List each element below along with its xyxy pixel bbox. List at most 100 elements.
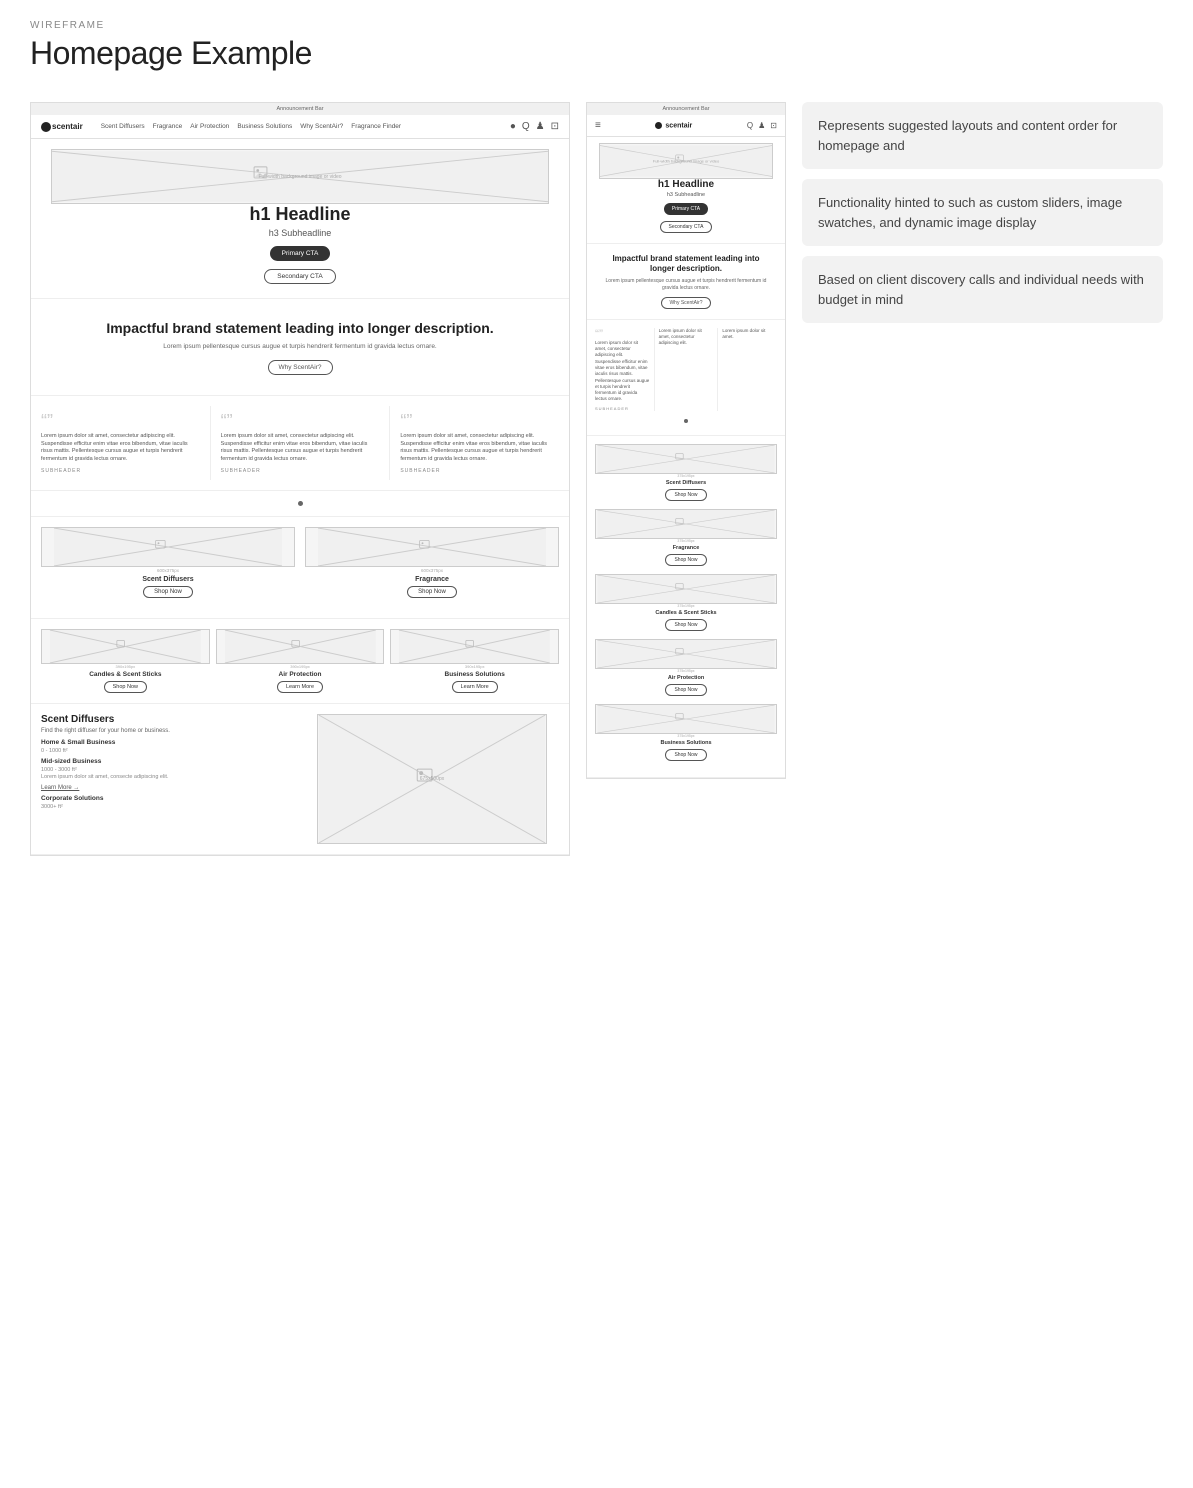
- logo-text: scentair: [52, 122, 83, 131]
- annotation-card-2: Functionality hinted to such as custom s…: [802, 179, 1163, 246]
- cat-cta-button[interactable]: Learn More: [277, 681, 323, 693]
- finder-title: Scent Diffusers: [41, 714, 295, 725]
- announcement-bar: Announcement Bar: [31, 103, 569, 115]
- finder-right: 675x500px: [305, 714, 559, 844]
- mobile-shop-name: Fragrance: [595, 545, 777, 551]
- nav-link[interactable]: Business Solutions: [237, 123, 292, 130]
- mobile-shop-image: [595, 639, 777, 669]
- cat-image-size: 390x195px: [41, 664, 210, 669]
- wireframe-mobile: Announcement Bar ≡ scentair Q ♟ ⊡: [586, 102, 786, 779]
- finder-image: 675x500px: [317, 714, 547, 844]
- mobile-image-size: 375x195px: [595, 604, 777, 608]
- mobile-shop-item-business: 375x195px Business Solutions Shop Now: [595, 704, 777, 761]
- mobile-search-icon[interactable]: Q: [747, 121, 753, 130]
- cat-cta-button[interactable]: Shop Now: [104, 681, 147, 693]
- hero-section: Full-width background image or video h1 …: [31, 139, 569, 299]
- carousel-dot[interactable]: [298, 501, 303, 506]
- finder-item-desc: Lorem ipsum dolor sit amet, consecte adi…: [41, 774, 295, 780]
- mobile-shop-cta[interactable]: Shop Now: [665, 554, 706, 566]
- mobile-shop-name: Candles & Scent Sticks: [595, 610, 777, 616]
- shop-image-size-label: 600x375px: [41, 568, 295, 573]
- mobile-shop-name: Business Solutions: [595, 740, 777, 746]
- testimonial-text: Lorem ipsum dolor sit amet, consectetur …: [221, 433, 380, 464]
- mobile-shop-name: Air Protection: [595, 675, 777, 681]
- mobile-cart-icon[interactable]: ⊡: [770, 121, 777, 130]
- mobile-testimonial-item: “” Lorem ipsum dolor sit amet, consectet…: [595, 328, 650, 411]
- hamburger-icon[interactable]: ≡: [595, 120, 601, 131]
- globe-icon[interactable]: ●: [510, 121, 516, 132]
- shop-categories-section: 600x375px Scent Diffusers Shop Now: [31, 517, 569, 619]
- user-icon[interactable]: ♟: [536, 121, 545, 132]
- nav-links: Scent Diffusers Fragrance Air Protection…: [101, 123, 502, 130]
- finder-item: Mid-sized Business 1000 - 3000 ft² Lorem…: [41, 758, 295, 791]
- cat-name: Air Protection: [216, 671, 385, 678]
- nav-link[interactable]: Air Protection: [190, 123, 229, 130]
- mobile-brand-cta[interactable]: Why ScentAir?: [661, 297, 710, 309]
- mobile-shop-name: Scent Diffusers: [595, 480, 777, 486]
- mobile-shop-item-diffusers: 375x195px Scent Diffusers Shop Now: [595, 444, 777, 501]
- brand-cta[interactable]: Why ScentAir?: [268, 360, 333, 375]
- cart-icon[interactable]: ⊡: [551, 121, 559, 132]
- nav-link[interactable]: Why ScentAir?: [300, 123, 343, 130]
- testimonial-subheader: SUBHEADER: [400, 468, 559, 474]
- finder-item: Corporate Solutions 3000+ ft²: [41, 795, 295, 810]
- testimonial-text: Lorem ipsum dolor sit amet, consectetur …: [41, 433, 200, 464]
- cat-name: Business Solutions: [390, 671, 559, 678]
- hero-image: Full-width background image or video: [51, 149, 549, 204]
- nav-logo: scentair: [41, 122, 83, 132]
- mobile-testimonial-item: Lorem ipsum dolor sit amet, consectetur …: [654, 328, 714, 411]
- search-icon[interactable]: Q: [522, 121, 530, 132]
- finder-item: Home & Small Business 0 - 1000 ft²: [41, 739, 295, 754]
- finder-learn-more-link[interactable]: Learn More →: [41, 785, 79, 791]
- mobile-testimonial-subheader: SUBHEADER: [595, 406, 650, 411]
- mobile-testimonial-item: Lorem ipsum dolor sit amet.: [717, 328, 777, 411]
- shop-row-large: 600x375px Scent Diffusers Shop Now: [41, 527, 559, 598]
- testimonials-section: “” Lorem ipsum dolor sit amet, consectet…: [31, 396, 569, 491]
- brand-heading: Impactful brand statement leading into l…: [91, 319, 509, 337]
- cat-item-air-protection: 390x195px Air Protection Learn More: [216, 629, 385, 693]
- mobile-shop-item-candles: 375x195px Candles & Scent Sticks Shop No…: [595, 574, 777, 631]
- mobile-shop-item-fragrance: 375x195px Fragrance Shop Now: [595, 509, 777, 566]
- mobile-brand-body: Lorem ipsum pellentesque cursus augue et…: [601, 278, 771, 292]
- shop-category-name: Scent Diffusers: [41, 576, 295, 583]
- mobile-shop-categories: 375x195px Scent Diffusers Shop Now 375x1…: [587, 436, 785, 778]
- hero-secondary-cta[interactable]: Secondary CTA: [264, 269, 335, 284]
- nav-link[interactable]: Fragrance Finder: [351, 123, 401, 130]
- hero-h3: h3 Subheadline: [51, 228, 549, 238]
- mobile-user-icon[interactable]: ♟: [758, 121, 765, 130]
- nav-link[interactable]: Fragrance: [153, 123, 183, 130]
- hero-primary-cta[interactable]: Primary CTA: [270, 246, 331, 261]
- cat-name: Candles & Scent Sticks: [41, 671, 210, 678]
- mobile-secondary-cta[interactable]: Secondary CTA: [660, 221, 713, 233]
- cat-image-candles: [41, 629, 210, 664]
- mobile-shop-cta[interactable]: Shop Now: [665, 489, 706, 501]
- mobile-announcement: Announcement Bar: [587, 103, 785, 115]
- finder-item-name: Corporate Solutions: [41, 795, 295, 802]
- mobile-image-size: 375x195px: [595, 669, 777, 673]
- finder-description: Find the right diffuser for your home or…: [41, 728, 295, 734]
- mobile-shop-cta[interactable]: Shop Now: [665, 684, 706, 696]
- more-categories-section: 390x195px Candles & Scent Sticks Shop No…: [31, 619, 569, 704]
- mobile-shop-cta[interactable]: Shop Now: [665, 749, 706, 761]
- mobile-nav: ≡ scentair Q ♟ ⊡: [587, 115, 785, 137]
- cat-image-air: [216, 629, 385, 664]
- testimonial-item: “” Lorem ipsum dolor sit amet, consectet…: [31, 406, 211, 480]
- finder-item-range: 1000 - 3000 ft²: [41, 767, 295, 773]
- quote-mark-icon: “”: [400, 412, 559, 430]
- shop-now-button[interactable]: Shop Now: [407, 586, 457, 598]
- shop-image-diffusers: [41, 527, 295, 567]
- annotations-panel: Represents suggested layouts and content…: [802, 102, 1163, 323]
- mobile-hero-section: Full-width background image or video h1 …: [587, 137, 785, 244]
- mobile-shop-cta[interactable]: Shop Now: [665, 619, 706, 631]
- cat-cta-button[interactable]: Learn More: [452, 681, 498, 693]
- brand-statement-section: Impactful brand statement leading into l…: [31, 299, 569, 396]
- mobile-quote-mark-icon: “”: [595, 328, 650, 340]
- finder-left: Scent Diffusers Find the right diffuser …: [41, 714, 295, 844]
- mobile-carousel-dot[interactable]: [684, 419, 688, 423]
- shop-now-button[interactable]: Shop Now: [143, 586, 193, 598]
- mobile-testimonials-section: “” Lorem ipsum dolor sit amet, consectet…: [587, 320, 785, 436]
- mobile-primary-cta[interactable]: Primary CTA: [664, 203, 708, 215]
- mobile-testimonial-text: Lorem ipsum dolor sit amet, consectetur …: [659, 328, 714, 347]
- nav-link[interactable]: Scent Diffusers: [101, 123, 145, 130]
- shop-category-name: Fragrance: [305, 576, 559, 583]
